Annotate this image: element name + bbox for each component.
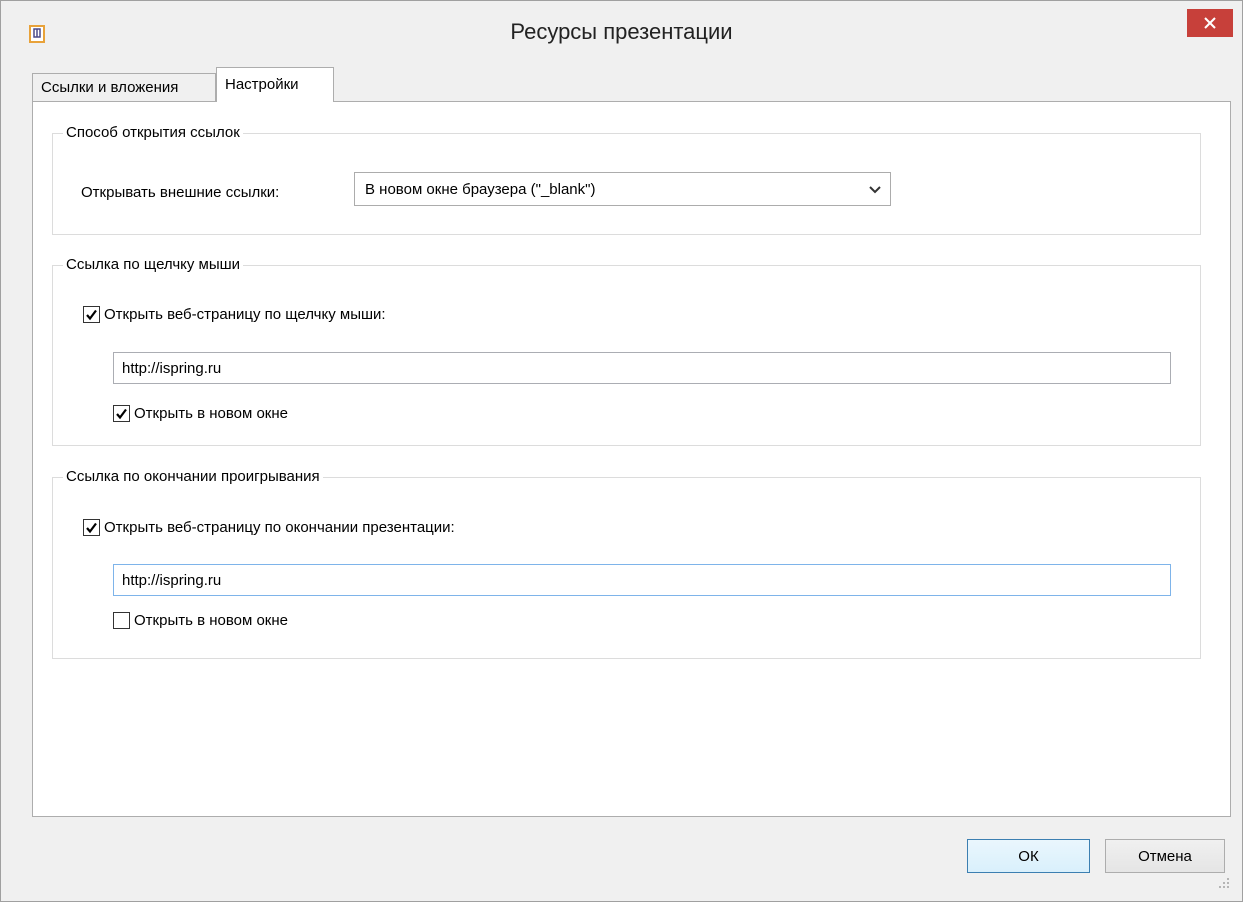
resize-grip-icon[interactable] bbox=[1214, 873, 1232, 891]
checkmark-icon bbox=[86, 522, 97, 533]
input-value: http://ispring.ru bbox=[122, 572, 222, 589]
external-links-label: Открывать внешние ссылки: bbox=[81, 184, 280, 201]
checkbox-box[interactable] bbox=[113, 404, 130, 422]
ok-button[interactable]: ОК bbox=[967, 839, 1090, 873]
checkbox-label: Открыть веб-страницу по щелчку мыши: bbox=[104, 305, 386, 323]
checkmark-icon bbox=[86, 309, 97, 320]
cancel-button[interactable]: Отмена bbox=[1105, 839, 1225, 873]
group-title: Способ открытия ссылок bbox=[63, 124, 243, 142]
tab-links-attachments[interactable]: Ссылки и вложения bbox=[32, 73, 216, 102]
checkmark-icon bbox=[116, 408, 127, 419]
checkbox-box[interactable] bbox=[83, 518, 100, 536]
window-title: Ресурсы презентации bbox=[510, 19, 733, 44]
button-label: ОК bbox=[1018, 847, 1039, 865]
checkbox-label: Открыть веб-страницу по окончании презен… bbox=[104, 518, 455, 536]
tab-label: Ссылки и вложения bbox=[41, 79, 179, 96]
chevron-down-icon bbox=[869, 186, 881, 194]
button-label: Отмена bbox=[1138, 847, 1192, 865]
click-url-input[interactable]: http://ispring.ru bbox=[113, 352, 1171, 384]
select-value: В новом окне браузера ("_blank") bbox=[365, 181, 596, 198]
open-on-end-checkbox[interactable]: Открыть веб-страницу по окончании презен… bbox=[83, 517, 455, 537]
checkbox-label: Открыть в новом окне bbox=[134, 611, 288, 629]
input-value: http://ispring.ru bbox=[122, 360, 222, 377]
tab-label: Настройки bbox=[225, 76, 299, 93]
group-title: Ссылка по окончании проигрывания bbox=[63, 468, 323, 486]
click-link-group: Ссылка по щелчку мыши Открыть веб-страни… bbox=[52, 256, 1201, 446]
close-icon bbox=[1204, 17, 1216, 29]
close-button[interactable] bbox=[1187, 9, 1233, 37]
external-links-select[interactable]: В новом окне браузера ("_blank") bbox=[354, 172, 891, 206]
end-new-window-checkbox[interactable]: Открыть в новом окне bbox=[113, 610, 288, 630]
end-link-group: Ссылка по окончании проигрывания Открыть… bbox=[52, 468, 1201, 659]
click-new-window-checkbox[interactable]: Открыть в новом окне bbox=[113, 403, 288, 423]
checkbox-box[interactable] bbox=[113, 611, 130, 629]
link-open-method-group: Способ открытия ссылок Открывать внешние… bbox=[52, 124, 1201, 235]
open-on-click-checkbox[interactable]: Открыть веб-страницу по щелчку мыши: bbox=[83, 304, 386, 324]
checkbox-box[interactable] bbox=[83, 305, 100, 323]
end-url-input[interactable]: http://ispring.ru bbox=[113, 564, 1171, 596]
tab-settings[interactable]: Настройки bbox=[216, 67, 334, 102]
title-bar[interactable]: Ресурсы презентации bbox=[1, 1, 1242, 64]
dialog-window: Ресурсы презентации Ссылки и вложения На… bbox=[0, 0, 1243, 902]
checkbox-label: Открыть в новом окне bbox=[134, 404, 288, 422]
settings-panel: Способ открытия ссылок Открывать внешние… bbox=[32, 101, 1231, 817]
group-title: Ссылка по щелчку мыши bbox=[63, 256, 244, 274]
